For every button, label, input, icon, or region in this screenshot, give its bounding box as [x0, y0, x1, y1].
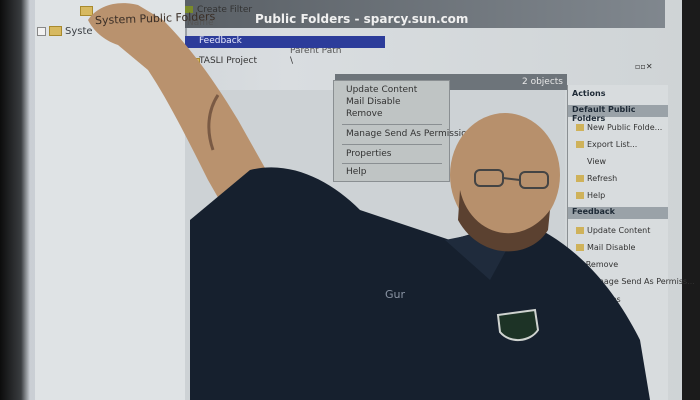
actions-header: Actions — [572, 89, 606, 98]
wall-right — [682, 0, 700, 400]
presenter: Gur — [190, 113, 650, 400]
shirt — [190, 167, 650, 400]
shirt-text: Gur — [385, 288, 405, 301]
shirt-logo-icon — [496, 308, 540, 341]
tree-item[interactable]: Syste — [37, 26, 93, 37]
photo: Syste Public Folders - sparcy.sun.com Cr… — [0, 0, 700, 400]
folder-icon — [49, 26, 62, 36]
screen-edge-shadow — [0, 0, 30, 400]
object-count: 2 objects — [521, 77, 563, 87]
window-controls[interactable]: ▫▫✕ — [635, 62, 653, 71]
expand-icon[interactable] — [37, 26, 46, 36]
